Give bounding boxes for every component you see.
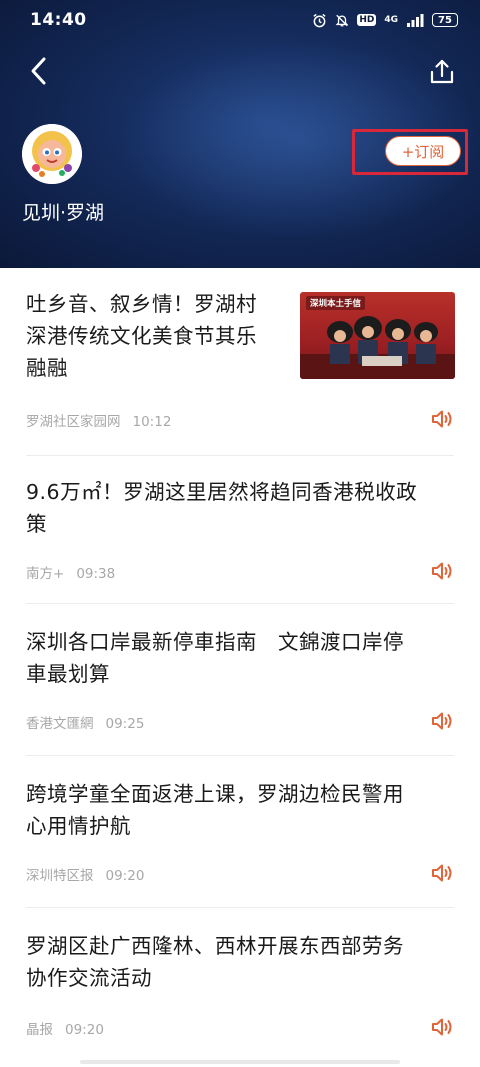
share-button[interactable] — [424, 54, 460, 90]
status-bar: 14:40 HD 4G 75 — [0, 0, 480, 40]
speaker-icon — [432, 562, 452, 580]
listen-button[interactable] — [430, 1016, 456, 1038]
article-time: 10:12 — [132, 414, 172, 430]
listen-button[interactable] — [430, 862, 456, 884]
speaker-icon — [432, 712, 452, 730]
article-title-line: 罗湖区赴广西隆林、西林开展东西部劳务 — [26, 934, 404, 958]
article-source: 深圳特区报 — [26, 868, 94, 884]
chevron-left-icon — [31, 57, 46, 85]
speaker-icon — [432, 410, 452, 428]
hd-badge: HD — [357, 14, 377, 26]
article-title-line: 深圳各口岸最新停車指南 文錦渡口岸停 — [26, 630, 404, 654]
article-title-line: 吐乡音、叙乡情！罗湖村 — [26, 292, 257, 316]
listen-button[interactable] — [430, 408, 456, 430]
article-item[interactable]: 9.6万㎡！罗湖这里居然将趋同香港税收政 策 南方+ 09:38 — [0, 456, 480, 604]
article-title-line: 心用情护航 — [26, 814, 131, 838]
signal-icon — [406, 13, 424, 27]
mascot-avatar-icon — [22, 124, 82, 184]
article-meta: 晶报 09:20 — [26, 1018, 104, 1038]
article-title[interactable]: 深圳各口岸最新停車指南 文錦渡口岸停 車最划算 — [26, 626, 404, 690]
channel-name: 见圳·罗湖 — [22, 202, 105, 224]
alarm-icon — [312, 13, 327, 28]
mute-bell-icon — [335, 13, 349, 28]
article-time: 09:20 — [105, 868, 145, 884]
status-icons: HD 4G 75 — [312, 13, 458, 28]
article-time: 09:20 — [65, 1022, 104, 1038]
gesture-nav-bar[interactable] — [80, 1060, 400, 1064]
article-meta: 香港文匯網 09:25 — [26, 712, 144, 732]
article-meta: 罗湖社区家园网 10:12 — [26, 410, 171, 430]
article-title-line: 跨境学童全面返港上课，罗湖边检民警用 — [26, 782, 404, 806]
article-title[interactable]: 吐乡音、叙乡情！罗湖村 深港传统文化美食节其乐 融融 — [26, 288, 257, 384]
photo-placeholder-icon — [300, 316, 455, 379]
subscribe-button[interactable]: +订阅 — [385, 136, 461, 166]
article-thumbnail[interactable]: 深圳本土手信 — [300, 292, 455, 379]
article-time: 09:25 — [105, 716, 145, 732]
article-title-line: 策 — [26, 512, 47, 536]
listen-button[interactable] — [430, 560, 456, 582]
back-button[interactable] — [22, 54, 56, 88]
channel-header: 14:40 HD 4G 75 见圳·罗湖 +订阅 — [0, 0, 480, 268]
article-source: 南方+ — [26, 566, 65, 582]
article-title-line: 深港传统文化美食节其乐 — [26, 324, 257, 348]
speaker-icon — [432, 1018, 452, 1036]
channel-avatar[interactable] — [22, 124, 82, 184]
listen-button[interactable] — [430, 710, 456, 732]
article-title[interactable]: 9.6万㎡！罗湖这里居然将趋同香港税收政 策 — [26, 476, 417, 540]
article-meta: 深圳特区报 09:20 — [26, 864, 144, 884]
article-title-line: 車最划算 — [26, 662, 110, 686]
article-title[interactable]: 罗湖区赴广西隆林、西林开展东西部劳务 协作交流活动 — [26, 930, 404, 994]
article-item[interactable]: 吐乡音、叙乡情！罗湖村 深港传统文化美食节其乐 融融 深圳本土手信 罗湖社区家园… — [0, 268, 480, 456]
article-source: 香港文匯網 — [26, 716, 94, 732]
article-title-line: 协作交流活动 — [26, 966, 152, 990]
battery-indicator: 75 — [432, 13, 458, 27]
speaker-icon — [432, 864, 452, 882]
article-item[interactable]: 深圳各口岸最新停車指南 文錦渡口岸停 車最划算 香港文匯網 09:25 — [0, 604, 480, 756]
article-source: 晶报 — [26, 1022, 53, 1038]
article-source: 罗湖社区家园网 — [26, 414, 121, 430]
article-time: 09:38 — [76, 566, 116, 582]
network-type: 4G — [384, 15, 398, 25]
share-icon — [430, 59, 454, 84]
article-meta: 南方+ 09:38 — [26, 562, 115, 582]
status-time: 14:40 — [30, 10, 87, 30]
news-channel-page: 14:40 HD 4G 75 见圳·罗湖 +订阅 吐乡音、叙乡情！罗湖村 深港传… — [0, 0, 480, 1067]
article-title[interactable]: 跨境学童全面返港上课，罗湖边检民警用 心用情护航 — [26, 778, 404, 842]
article-item[interactable]: 罗湖区赴广西隆林、西林开展东西部劳务 协作交流活动 晶报 09:20 — [0, 908, 480, 1067]
article-title-line: 融融 — [26, 356, 68, 380]
article-title-line: 9.6万㎡！罗湖这里居然将趋同香港税收政 — [26, 480, 418, 504]
article-item[interactable]: 跨境学童全面返港上课，罗湖边检民警用 心用情护航 深圳特区报 09:20 — [0, 756, 480, 908]
